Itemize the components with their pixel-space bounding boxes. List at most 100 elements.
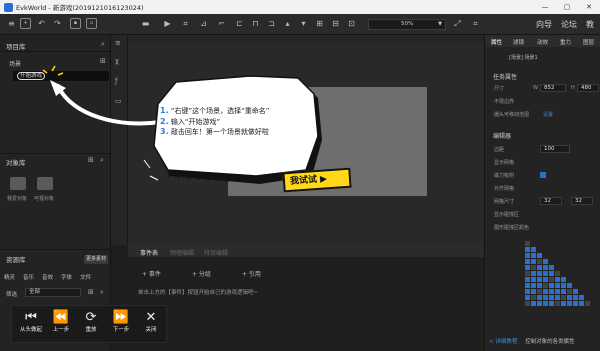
- collision-checkbox[interactable]: [567, 301, 572, 306]
- collision-checkbox[interactable]: [525, 301, 530, 306]
- collision-checkbox[interactable]: [537, 253, 542, 258]
- next-step-button[interactable]: ⏩ 下一步: [106, 310, 136, 334]
- collision-checkbox[interactable]: [537, 283, 542, 288]
- collision-checkbox[interactable]: [585, 301, 590, 306]
- tab-effects[interactable]: 特效编辑: [204, 248, 228, 257]
- collision-checkbox[interactable]: [543, 283, 548, 288]
- collision-checkbox[interactable]: [579, 295, 584, 300]
- collision-checkbox[interactable]: [561, 277, 566, 282]
- event-panel: 事件表 物理编辑 特效编辑 + 事件 + 分组 + 引用 单击上方的【事件】按钮…: [128, 245, 484, 351]
- previous-step-button[interactable]: ⏪ 上一步: [46, 310, 76, 334]
- collision-checkbox[interactable]: [573, 301, 578, 306]
- collision-checkbox[interactable]: [525, 283, 530, 288]
- collision-checkbox[interactable]: [531, 289, 536, 294]
- collision-checkbox[interactable]: [549, 289, 554, 294]
- collision-checkbox[interactable]: [549, 295, 554, 300]
- tab-gravity[interactable]: 重力: [560, 38, 571, 46]
- collision-checkbox[interactable]: [573, 289, 578, 294]
- collision-checkbox[interactable]: [543, 295, 548, 300]
- collision-checkbox[interactable]: [531, 271, 536, 276]
- collision-checkbox[interactable]: [567, 283, 572, 288]
- collision-checkbox[interactable]: [549, 277, 554, 282]
- collision-checkbox[interactable]: [561, 301, 566, 306]
- section-task-props[interactable]: 任务属性: [493, 72, 517, 81]
- size-width-input[interactable]: 852: [540, 84, 566, 92]
- collision-checkbox[interactable]: [531, 283, 536, 288]
- collision-checkbox[interactable]: [525, 289, 530, 294]
- close-tutorial-button[interactable]: ✕ 关闭: [136, 310, 166, 334]
- collision-checkbox[interactable]: [555, 283, 560, 288]
- collision-checkbox[interactable]: [531, 259, 536, 264]
- tab-event-sheet[interactable]: 事件表: [140, 248, 158, 257]
- collision-checkbox[interactable]: [531, 301, 536, 306]
- label-grid-size: 网格尺寸: [494, 199, 515, 205]
- collision-checkbox[interactable]: [555, 271, 560, 276]
- collision-checkbox[interactable]: [549, 265, 554, 270]
- replay-button[interactable]: ⟳ 重放: [76, 310, 106, 334]
- collision-checkbox[interactable]: [537, 301, 542, 306]
- collision-checkbox[interactable]: [555, 295, 560, 300]
- collision-checkbox[interactable]: [567, 295, 572, 300]
- collision-checkbox[interactable]: [531, 253, 536, 258]
- collision-checkbox[interactable]: [525, 259, 530, 264]
- collision-checkbox[interactable]: [561, 289, 566, 294]
- collision-checkbox[interactable]: [531, 295, 536, 300]
- add-event-button[interactable]: + 事件: [142, 269, 161, 278]
- margin-input[interactable]: 100: [540, 145, 570, 153]
- tab-properties[interactable]: 属性: [491, 38, 502, 46]
- add-group-button[interactable]: + 分组: [192, 269, 211, 278]
- collision-checkbox[interactable]: [525, 253, 530, 258]
- collision-checkbox[interactable]: [525, 247, 530, 252]
- collision-checkbox[interactable]: [561, 283, 566, 288]
- collision-checkbox[interactable]: [543, 289, 548, 294]
- collision-checkbox[interactable]: [525, 241, 530, 246]
- collision-checkbox[interactable]: [567, 289, 572, 294]
- add-reference-button[interactable]: + 引用: [242, 269, 261, 278]
- collision-checkbox[interactable]: [543, 301, 548, 306]
- skip-back-icon: ⏮: [25, 310, 37, 325]
- collision-checkbox[interactable]: [537, 259, 542, 264]
- collision-checkbox[interactable]: [555, 289, 560, 294]
- collision-checkbox[interactable]: [537, 265, 542, 270]
- tutorial-playback-bar: ⏮ 从头做起 ⏪ 上一步 ⟳ 重放 ⏩ 下一步 ✕ 关闭: [11, 305, 167, 343]
- collision-checkbox[interactable]: [573, 295, 578, 300]
- collision-checkbox[interactable]: [543, 259, 548, 264]
- collision-checkbox[interactable]: [579, 301, 584, 306]
- collision-checkbox[interactable]: [555, 277, 560, 282]
- collision-checkbox[interactable]: [549, 283, 554, 288]
- collision-checkbox[interactable]: [537, 295, 542, 300]
- tutorial-arrow: [56, 84, 162, 126]
- tab-animation[interactable]: 动效: [537, 38, 548, 46]
- tutorial-link[interactable]: < 详细教程: [489, 339, 517, 345]
- collision-checkbox[interactable]: [531, 265, 536, 270]
- collision-checkbox[interactable]: [549, 271, 554, 276]
- size-height-input[interactable]: 480: [577, 84, 599, 92]
- properties-footer: < 详细教程 控制对象的各类属性: [489, 337, 575, 345]
- snap-checkbox[interactable]: [540, 172, 546, 178]
- collision-checkbox[interactable]: [537, 271, 542, 276]
- grid-width-input[interactable]: 32: [540, 197, 562, 205]
- label-camera-range: 摄头可移动范围: [494, 112, 530, 118]
- collision-checkbox[interactable]: [543, 265, 548, 270]
- collision-checkbox[interactable]: [537, 289, 542, 294]
- collision-checkbox[interactable]: [525, 271, 530, 276]
- collision-checkbox[interactable]: [543, 271, 548, 276]
- collision-checkbox[interactable]: [555, 301, 560, 306]
- section-editor[interactable]: 编辑器: [493, 131, 511, 140]
- restart-button[interactable]: ⏮ 从头做起: [16, 310, 46, 334]
- collision-checkbox[interactable]: [525, 295, 530, 300]
- collision-checkbox[interactable]: [561, 295, 566, 300]
- collision-checkbox[interactable]: [543, 277, 548, 282]
- collision-checkbox[interactable]: [525, 277, 530, 282]
- collision-layer-grid[interactable]: [525, 241, 597, 313]
- tab-layers[interactable]: 图层: [583, 38, 594, 46]
- tab-filters[interactable]: 滤镜: [513, 38, 524, 46]
- camera-range-value[interactable]: 设置: [543, 111, 553, 118]
- tab-physics[interactable]: 物理编辑: [170, 248, 194, 257]
- collision-checkbox[interactable]: [531, 277, 536, 282]
- collision-checkbox[interactable]: [531, 247, 536, 252]
- grid-height-input[interactable]: 32: [571, 197, 593, 205]
- collision-checkbox[interactable]: [537, 277, 542, 282]
- collision-checkbox[interactable]: [525, 265, 530, 270]
- collision-checkbox[interactable]: [549, 301, 554, 306]
